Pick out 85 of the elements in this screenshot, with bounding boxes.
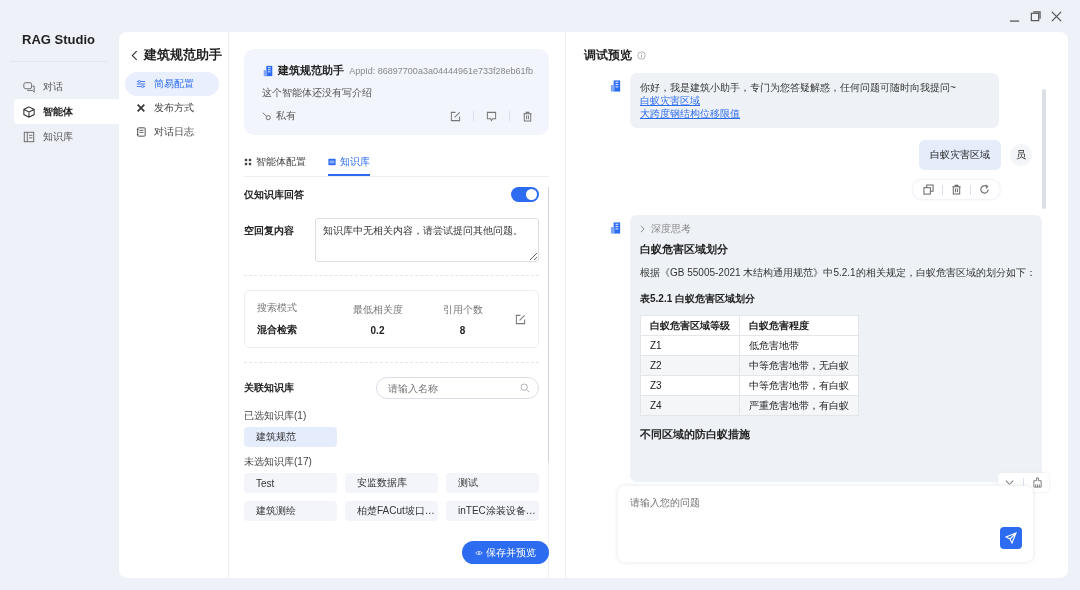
kb-chip[interactable]: 建筑规范 [244,427,337,447]
suggestion-link[interactable]: 大跨度钢结构位移限值 [640,107,740,120]
building-icon [262,64,274,77]
chevron-down-icon[interactable] [1004,477,1015,488]
answer-heading: 不同区域的防白蚁措施 [640,427,751,442]
user-avatar: 员 [1010,144,1032,166]
kb-chip[interactable]: 安监数据库 [345,473,438,493]
sidebar-item[interactable]: 智能体 [14,99,119,124]
close-icon[interactable] [1051,10,1062,22]
trash-icon[interactable] [951,184,962,195]
search-icon [520,383,530,393]
panel-title: 调试预览 [584,47,632,64]
edit-icon[interactable] [450,110,461,122]
message-input[interactable]: 请输入您的问题 [618,486,1033,562]
sliders-icon [136,79,146,89]
grid-icon [244,158,252,166]
scroll-thumb[interactable] [548,187,549,462]
stat-label: 引用个数 [442,302,483,317]
table-cell: Z2 [640,355,740,376]
config-tab[interactable]: 知识库 [328,151,370,176]
agent-title: 建筑规范助手 [144,46,222,64]
message-text: 你好，我是建筑小助手，专门为您答疑解惑，任何问题可随时向我提问~ [640,81,957,94]
comment-icon[interactable] [486,110,497,122]
answer-paragraph: 根据《GB 55005-2021 木结构通用规范》中5.2.1的相关规定，白蚁危害区域的划分如下： [640,266,1032,280]
table-cell: 中等危害地带，有白蚁 [739,375,859,396]
refresh-icon[interactable] [979,184,990,195]
log-icon [136,127,146,137]
scroll-thumb[interactable] [1042,89,1046,209]
info-icon[interactable] [637,51,646,60]
kb-chip[interactable]: Test [244,473,337,493]
table-caption: 表5.2.1 白蚁危害区域划分 [640,292,757,306]
nav-item[interactable]: 发布方式 [125,96,219,120]
section-heading: 已选知识库(1) [244,409,308,423]
chevron-icon[interactable] [640,225,645,233]
search-field[interactable]: 请输入名称 [376,377,539,399]
kb-chip[interactable]: 柏楚FACut坡口… [345,501,438,521]
trash-icon[interactable] [522,110,533,122]
eye-icon [475,549,483,556]
send-icon [1005,532,1017,544]
suggestion-link[interactable]: 白蚁灾害区域 [640,94,700,107]
book-icon [23,130,35,143]
user-message: 白蚁灾害区域 [919,140,1001,170]
section-heading: 未选知识库(17) [244,455,313,469]
kb-chip[interactable]: 建筑测绘 [244,501,337,521]
nav-item[interactable]: 简易配置 [125,72,219,96]
config-tab[interactable]: 智能体配置 [244,151,306,176]
copy-icon[interactable] [923,184,934,195]
setting-label: 仅知识库回答 [244,187,304,202]
kb-chip[interactable]: 测试 [446,473,539,493]
edit-icon[interactable] [515,313,526,325]
stat-label: 最低相关度 [352,302,403,317]
setting-label: 空回复内容 [244,224,295,238]
table-cell: 低危害地带 [739,335,859,356]
chat-icon [23,80,35,93]
save-preview-button[interactable]: 保存并预览 [462,541,549,564]
cube-icon [23,105,35,118]
stat-value: 混合检索 [257,323,297,337]
table-header: 白蚁危害程度 [739,315,859,336]
setting-label: 关联知识库 [244,381,294,395]
reply-textarea[interactable]: 知识库中无相关内容，请尝试提问其他问题。 [315,218,539,262]
stat-label: 搜索模式 [257,301,297,315]
app-title: RAG Studio [21,32,96,48]
visibility-label: 私有 [276,109,296,123]
stat-value: 8 [459,324,466,336]
answer-heading: 白蚁危害区域划分 [640,242,729,257]
building-icon [609,221,622,235]
maximize-icon[interactable] [1030,10,1041,22]
nav-item[interactable]: 对话日志 [125,120,219,144]
toggle-switch[interactable] [511,187,539,202]
table-cell: Z3 [640,375,740,396]
agent-description: 这个智能体还没有写介绍 [262,86,373,100]
back-icon[interactable] [131,49,138,61]
broom-icon[interactable] [1032,477,1043,488]
building-icon [609,79,622,93]
app-id: AppId: 86897700a3a04444961e733f28eb61fb [349,65,533,76]
database-icon [328,158,336,166]
table-cell: Z1 [640,335,740,356]
send-button[interactable] [1000,527,1022,549]
stat-value: 0.2 [370,324,385,336]
table-header: 白蚁危害区域等级 [640,315,740,336]
kb-chip[interactable]: inTEC涂装设备… [446,501,539,521]
sidebar-item[interactable]: 知识库 [14,124,119,149]
sidebar-item[interactable]: 对话 [14,74,119,99]
agent-name: 建筑规范助手 [278,63,344,78]
table-cell: Z4 [640,395,740,416]
